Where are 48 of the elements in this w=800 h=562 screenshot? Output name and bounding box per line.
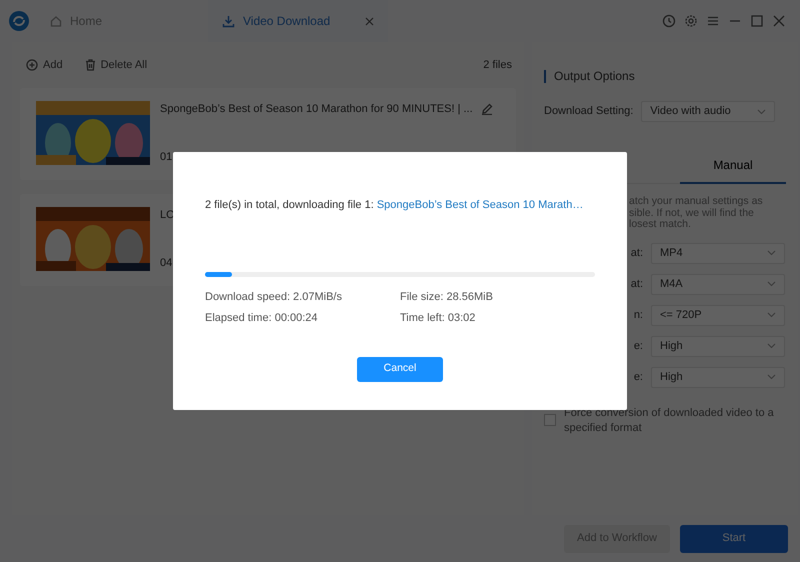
video-title: SpongeBob’s Best of Season 10 Marathon for 90 MINUTES! | ... bbox=[160, 102, 473, 117]
maximize-icon[interactable] bbox=[750, 14, 764, 28]
stat-text: Elapsed time: 00:00:24 bbox=[205, 312, 318, 324]
home-icon bbox=[50, 15, 62, 27]
dropdown[interactable]: MP4 bbox=[651, 242, 785, 264]
cancel-button[interactable]: Cancel bbox=[357, 356, 443, 382]
download-icon bbox=[222, 14, 235, 28]
menu-icon[interactable] bbox=[706, 14, 720, 28]
field-label: e: bbox=[634, 370, 643, 383]
file-count: 2 files bbox=[483, 58, 512, 73]
add-icon bbox=[26, 59, 38, 71]
checkbox[interactable] bbox=[544, 414, 556, 426]
video-duration: 04 bbox=[160, 256, 174, 270]
pencil-icon[interactable] bbox=[480, 103, 493, 116]
section-marker bbox=[544, 70, 546, 82]
chevron-icon bbox=[767, 374, 776, 380]
video-duration: 01 bbox=[160, 150, 174, 164]
field-label: Download Setting: bbox=[544, 104, 634, 120]
dropdown[interactable]: M4A bbox=[651, 274, 785, 294]
start-button[interactable]: Start bbox=[680, 524, 788, 552]
chevron-icon bbox=[767, 281, 776, 287]
progress-message: 2 file(s) in total, downloading file 1: SpongeBob’s Best of Season 10 Marath… bbox=[205, 198, 584, 213]
stat-text: Download speed: 2.07MiB/s bbox=[205, 290, 342, 302]
logo-icon bbox=[8, 10, 30, 32]
section-title: Output Options bbox=[554, 68, 635, 85]
dropdown[interactable]: High bbox=[651, 336, 785, 356]
chevron-icon bbox=[767, 343, 776, 349]
add-button[interactable]: Add bbox=[26, 56, 63, 74]
stat-text: Time left: 03:02 bbox=[400, 312, 476, 324]
dropdown[interactable]: Video with audio bbox=[641, 101, 776, 122]
stat-text: File size: 28.56MiB bbox=[400, 290, 493, 302]
close-icon[interactable] bbox=[772, 14, 786, 28]
field-label: at: bbox=[630, 278, 643, 290]
chevron-icon bbox=[767, 250, 776, 256]
tab[interactable]: Manual bbox=[680, 152, 786, 184]
settings-icon[interactable] bbox=[684, 14, 698, 28]
chevron-icon bbox=[767, 312, 776, 318]
chevron-icon bbox=[757, 108, 766, 114]
delete-all-button[interactable]: Delete All bbox=[84, 56, 148, 74]
close-icon[interactable] bbox=[365, 16, 374, 26]
field-label: n: bbox=[634, 308, 643, 321]
file-link[interactable]: SpongeBob’s Best of Season 10 Marath… bbox=[376, 199, 584, 211]
dropdown[interactable]: High bbox=[651, 366, 785, 388]
dropdown[interactable]: <= 720P bbox=[651, 304, 785, 326]
field-label: e: bbox=[634, 340, 643, 352]
field-label: at: bbox=[630, 246, 643, 259]
trash-icon bbox=[84, 59, 96, 71]
history-icon[interactable] bbox=[662, 14, 676, 28]
